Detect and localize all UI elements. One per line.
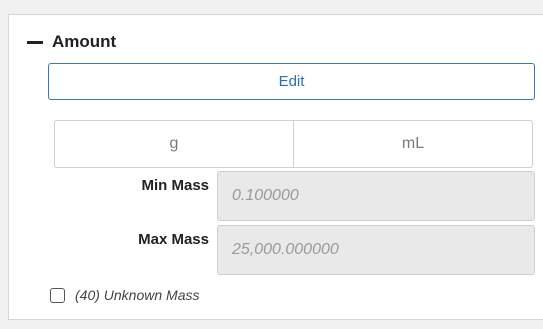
unknown-mass-checkbox[interactable] [50,287,65,303]
unit-grams-button[interactable]: g [54,120,294,168]
min-mass-input[interactable] [217,171,535,221]
amount-section-header[interactable]: Amount [27,32,116,52]
section-title: Amount [52,32,117,51]
unknown-mass-label[interactable]: (40) Unknown Mass [75,287,200,303]
minus-icon[interactable] [27,33,43,51]
unit-milliliters-button[interactable]: mL [294,120,533,168]
amount-panel: Amount Edit g mL Min Mass Max Mass (40) … [8,14,543,320]
min-mass-label: Min Mass [141,177,209,194]
max-mass-row: Max Mass [9,225,543,275]
max-mass-input[interactable] [217,225,535,275]
edit-button[interactable]: Edit [48,63,535,100]
min-mass-row: Min Mass [9,171,543,221]
max-mass-label: Max Mass [138,231,209,248]
unit-toggle: g mL [54,120,533,168]
unknown-mass-row: (40) Unknown Mass [50,287,200,303]
